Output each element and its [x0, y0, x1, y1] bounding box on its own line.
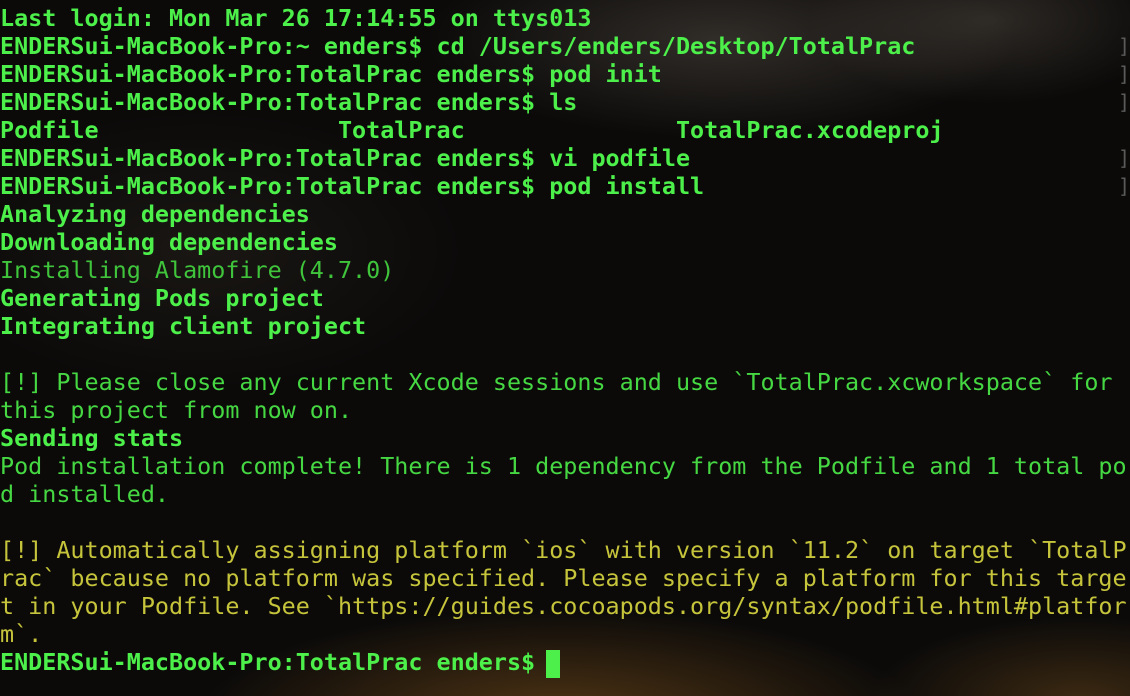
- terminal-line: ENDERSui-MacBook-Pro:~ enders$ cd /Users…: [0, 32, 916, 60]
- terminal-line: [!] Automatically assigning platform `io…: [0, 536, 1127, 564]
- terminal-line: ENDERSui-MacBook-Pro:TotalPrac enders$ l…: [0, 88, 578, 116]
- terminal-line: Downloading dependencies: [0, 228, 338, 256]
- terminal-line: Analyzing dependencies: [0, 200, 310, 228]
- line-wrap-marker: ]: [1118, 146, 1130, 170]
- terminal-line: rac` because no platform was specified. …: [0, 564, 1127, 592]
- terminal-line: Installing Alamofire (4.7.0): [0, 256, 395, 284]
- terminal-line: t in your Podfile. See `https://guides.c…: [0, 592, 1127, 620]
- terminal-line: ENDERSui-MacBook-Pro:TotalPrac enders$ p…: [0, 172, 705, 200]
- terminal-prompt: ENDERSui-MacBook-Pro:TotalPrac enders$: [0, 648, 550, 676]
- terminal-line: Pod installation complete! There is 1 de…: [0, 452, 1127, 480]
- terminal-line: ENDERSui-MacBook-Pro:TotalPrac enders$ p…: [0, 60, 662, 88]
- terminal-line: Last login: Mon Mar 26 17:14:55 on ttys0…: [0, 4, 592, 32]
- terminal-line: [!] Please close any current Xcode sessi…: [0, 368, 1113, 396]
- text-cursor[interactable]: [546, 650, 560, 678]
- line-wrap-marker: ]: [1118, 62, 1130, 86]
- line-wrap-marker: ]: [1118, 34, 1130, 58]
- terminal-line: d installed.: [0, 480, 169, 508]
- terminal-line: Integrating client project: [0, 312, 367, 340]
- terminal-line: Podfile TotalPrac TotalPrac.xcodeproj: [0, 116, 944, 144]
- terminal-line: Generating Pods project: [0, 284, 324, 312]
- line-wrap-marker: ]: [1118, 174, 1130, 198]
- terminal-line: Sending stats: [0, 424, 184, 452]
- line-wrap-marker: ]: [1118, 90, 1130, 114]
- terminal-window[interactable]: Last login: Mon Mar 26 17:14:55 on ttys0…: [0, 4, 1130, 696]
- terminal-line: ENDERSui-MacBook-Pro:TotalPrac enders$ v…: [0, 144, 691, 172]
- terminal-line: this project from now on.: [0, 396, 353, 424]
- terminal-line: m`.: [0, 620, 43, 648]
